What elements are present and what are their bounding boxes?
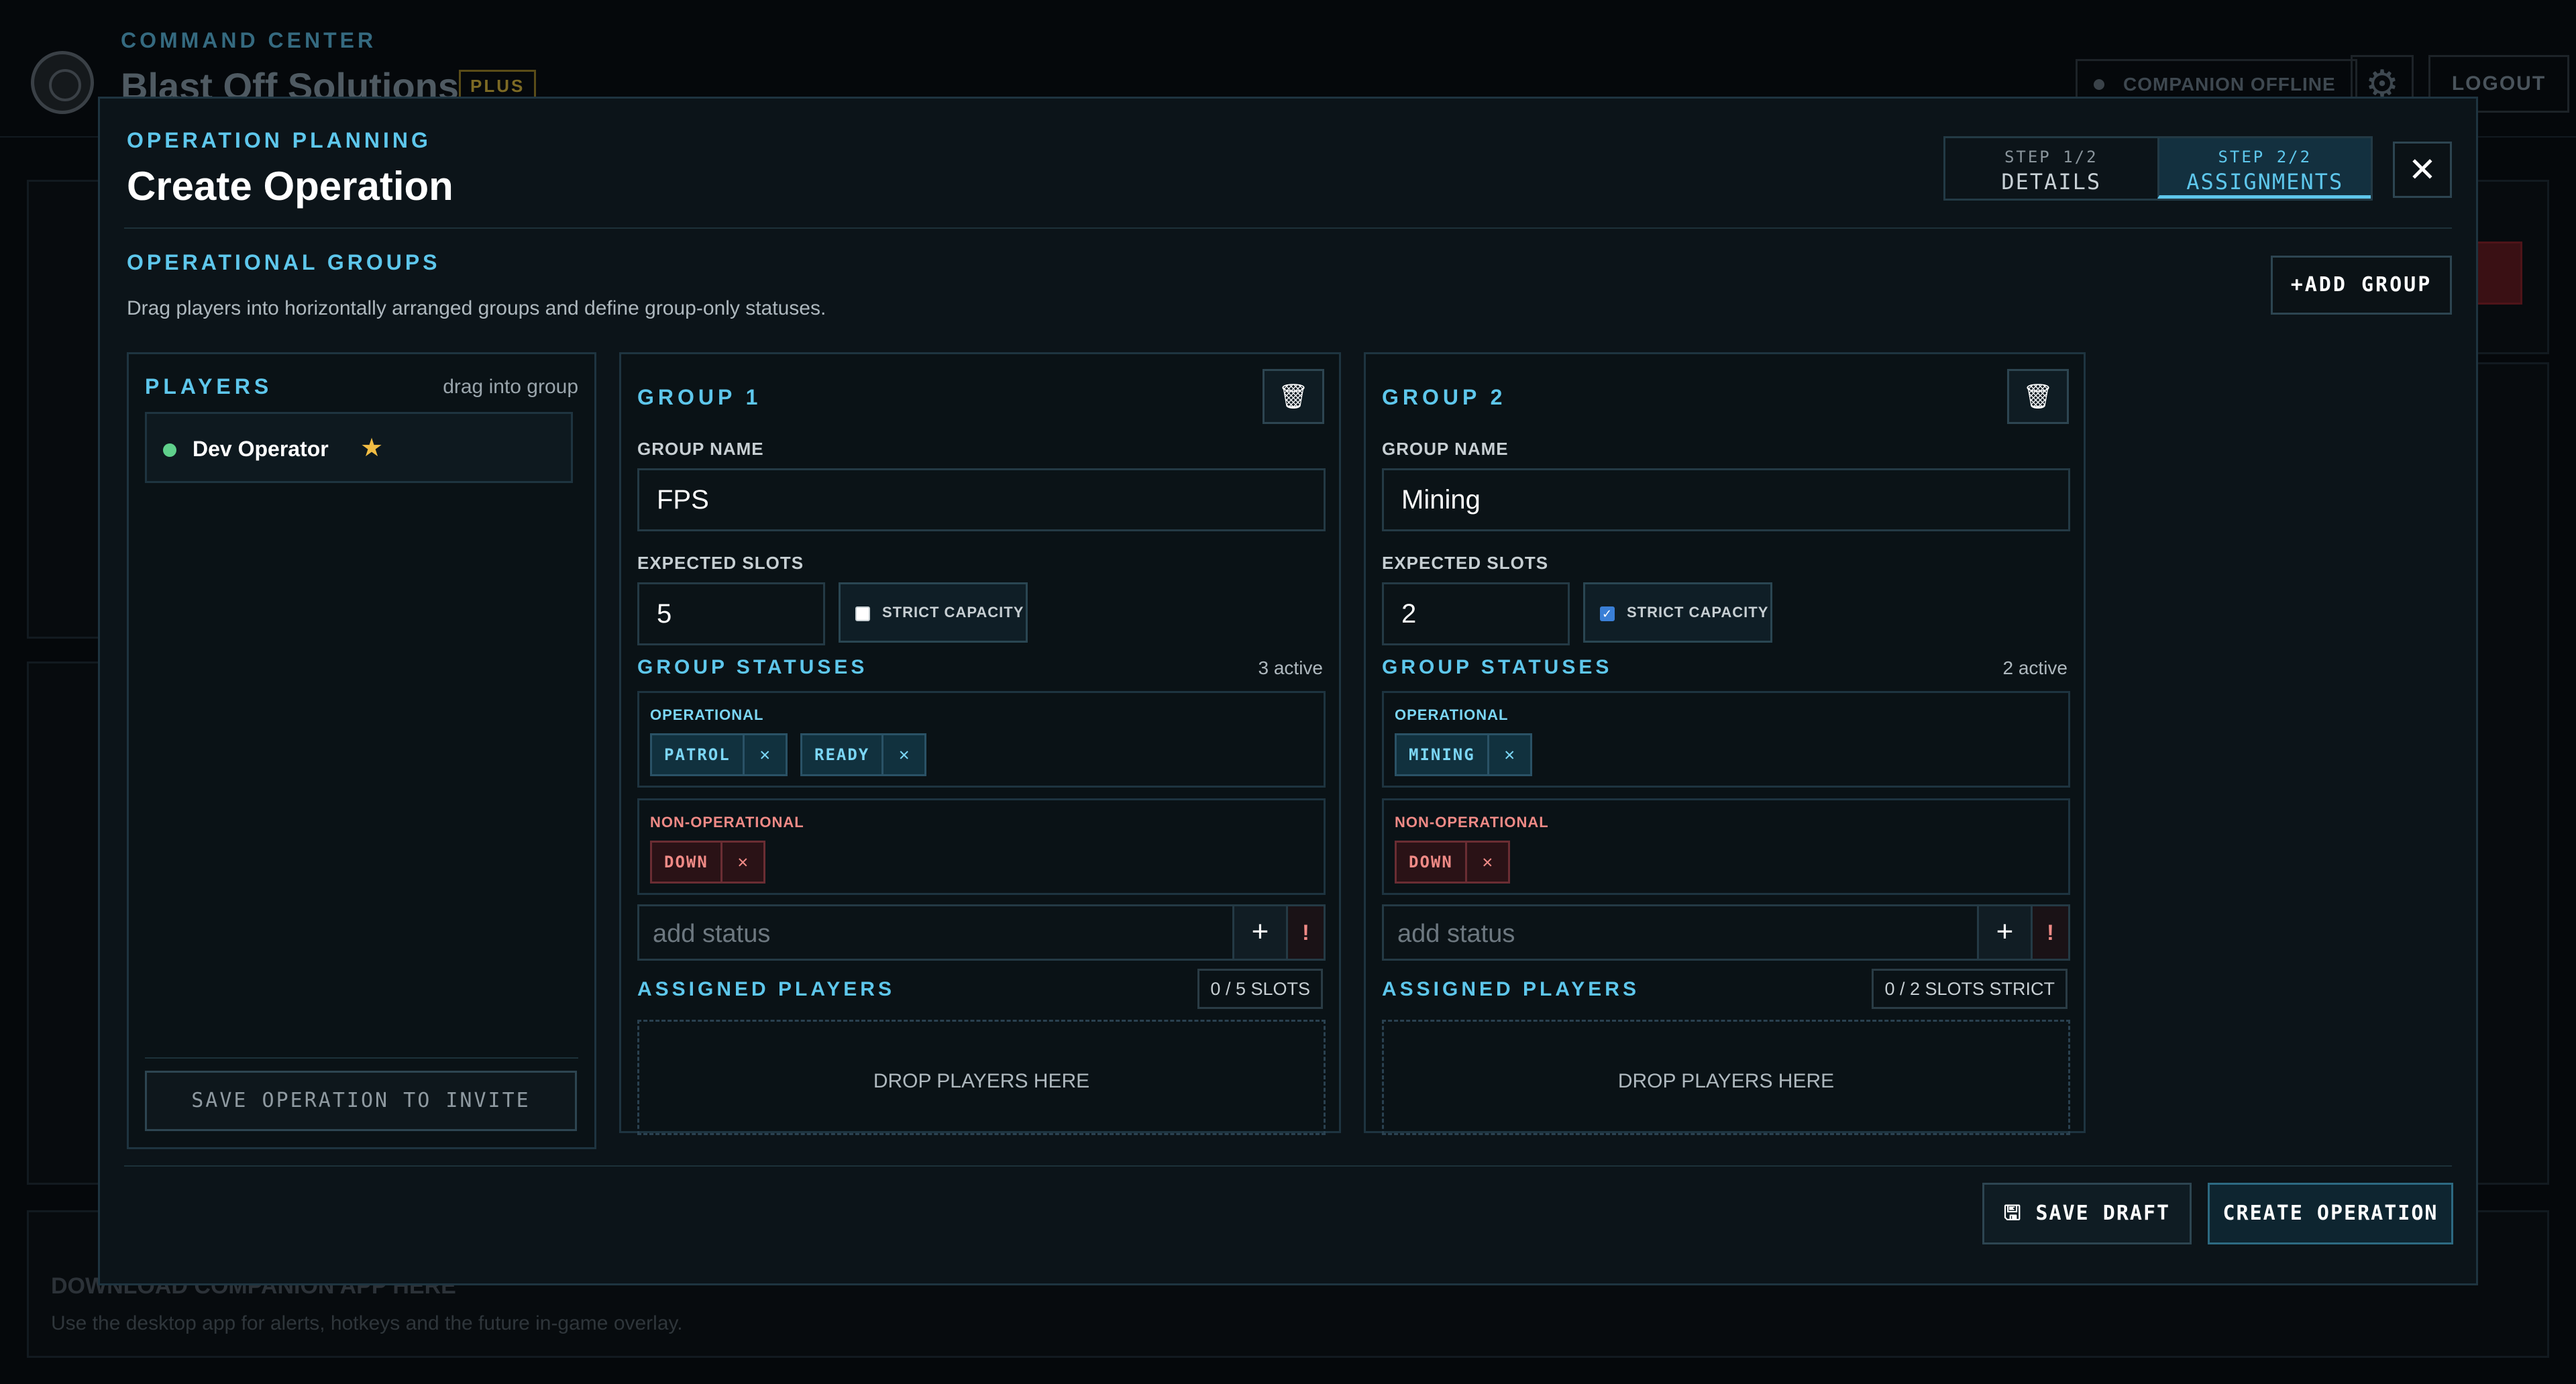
- add-status-placeholder: add status: [1397, 920, 1515, 948]
- player-name: Dev Operator: [193, 437, 329, 461]
- status-tag-label: PATROL: [664, 745, 731, 764]
- strict-capacity-label: STRICT CAPACITY: [1627, 604, 1769, 621]
- add-status-field[interactable]: add status + !: [1382, 904, 2070, 961]
- non-operational-statuses: NON-OPERATIONAL DOWN ✕: [637, 798, 1326, 895]
- group-name-input[interactable]: Mining: [1382, 468, 2070, 531]
- non-operational-label: NON-OPERATIONAL: [650, 814, 804, 831]
- tab-details[interactable]: STEP 1/2 DETAILS: [1945, 138, 2157, 199]
- players-hint: drag into group: [443, 376, 578, 398]
- footer-divider: [124, 1165, 2452, 1167]
- drop-zone-label: DROP PLAYERS HERE: [873, 1070, 1090, 1092]
- players-panel: PLAYERS drag into group Dev Operator ★ S…: [127, 352, 596, 1149]
- section-label: COMMAND CENTER: [121, 28, 377, 52]
- group-title: GROUP 2: [1382, 385, 1507, 409]
- add-non-operational-status-button[interactable]: !: [2031, 906, 2068, 959]
- expected-slots-input[interactable]: 5: [637, 582, 825, 645]
- trash-icon[interactable]: 🗑: [2007, 369, 2069, 424]
- group-title: GROUP 1: [637, 385, 762, 409]
- slots-badge: 0 / 5 SLOTS: [1197, 969, 1323, 1009]
- online-status-icon: [163, 443, 176, 457]
- group-name-label: GROUP NAME: [637, 439, 764, 459]
- save-draft-button[interactable]: 🖫 SAVE DRAFT: [1982, 1183, 2192, 1244]
- slots-badge: 0 / 2 SLOTS STRICT: [1872, 969, 2068, 1009]
- operational-statuses: OPERATIONAL PATROL ✕ READY ✕: [637, 691, 1326, 788]
- save-operation-to-invite-button[interactable]: SAVE OPERATION TO INVITE: [145, 1071, 577, 1131]
- close-icon[interactable]: ✕: [2393, 142, 2452, 198]
- drop-zone-label: DROP PLAYERS HERE: [1617, 1070, 1835, 1092]
- status-tag: DOWN ✕: [650, 841, 765, 884]
- remove-status-icon[interactable]: ✕: [720, 843, 763, 882]
- add-status-placeholder: add status: [653, 920, 771, 948]
- create-operation-modal: OPERATION PLANNING Create Operation STEP…: [98, 97, 2478, 1285]
- status-tag: DOWN ✕: [1395, 841, 1510, 884]
- assigned-players-title: ASSIGNED PLAYERS: [637, 978, 895, 1000]
- status-tag-label: READY: [814, 745, 870, 764]
- add-group-label: ADD GROUP: [2304, 273, 2432, 297]
- group-name-label: GROUP NAME: [1382, 439, 1509, 459]
- active-count: 3 active: [1258, 657, 1324, 678]
- star-icon: ★: [360, 434, 384, 462]
- tab-assignments[interactable]: STEP 2/2 ASSIGNMENTS: [2157, 138, 2371, 199]
- non-operational-label: NON-OPERATIONAL: [1395, 814, 1549, 831]
- org-logo: [31, 51, 94, 114]
- add-status-field[interactable]: add status + !: [637, 904, 1326, 961]
- step-number: STEP 2/2: [2218, 148, 2312, 166]
- strict-capacity-toggle[interactable]: ✓ STRICT CAPACITY: [1583, 582, 1772, 643]
- save-draft-label: SAVE DRAFT: [2035, 1202, 2171, 1225]
- group-card-1: GROUP 1 🗑 GROUP NAME FPS EXPECTED SLOTS …: [619, 352, 1341, 1135]
- assigned-players-title: ASSIGNED PLAYERS: [1382, 978, 1640, 1000]
- strict-capacity-toggle[interactable]: STRICT CAPACITY: [839, 582, 1028, 643]
- groups-title: OPERATIONAL GROUPS: [127, 250, 441, 274]
- expected-slots-label: EXPECTED SLOTS: [637, 553, 804, 573]
- non-operational-statuses: NON-OPERATIONAL DOWN ✕: [1382, 798, 2070, 895]
- header-divider: [124, 227, 2452, 229]
- status-tag-label: MINING: [1409, 745, 1475, 764]
- remove-status-icon[interactable]: ✕: [1464, 843, 1508, 882]
- group-statuses-title: GROUP STATUSES: [1382, 656, 1613, 678]
- trash-icon[interactable]: 🗑: [1263, 369, 1324, 424]
- save-icon: 🖫: [2003, 1202, 2023, 1225]
- group-name-input[interactable]: FPS: [637, 468, 1326, 531]
- groups-description: Drag players into horizontally arranged …: [127, 297, 826, 319]
- drop-zone[interactable]: DROP PLAYERS HERE: [1382, 1020, 2070, 1135]
- status-tag-label: DOWN: [664, 853, 708, 871]
- strict-capacity-label: STRICT CAPACITY: [882, 604, 1024, 621]
- companion-download-desc: Use the desktop app for alerts, hotkeys …: [51, 1312, 683, 1334]
- add-operational-status-button[interactable]: +: [1977, 906, 2031, 959]
- operational-label: OPERATIONAL: [650, 706, 764, 723]
- create-operation-button[interactable]: CREATE OPERATION: [2208, 1183, 2453, 1244]
- remove-status-icon[interactable]: ✕: [881, 735, 924, 774]
- step-label: ASSIGNMENTS: [2186, 169, 2344, 195]
- step-label: DETAILS: [2001, 169, 2102, 195]
- status-tag: PATROL ✕: [650, 733, 788, 776]
- modal-eyebrow: OPERATION PLANNING: [127, 128, 431, 152]
- step-tabs: STEP 1/2 DETAILS STEP 2/2 ASSIGNMENTS: [1943, 136, 2373, 201]
- plus-icon: +: [2290, 273, 2305, 297]
- drop-zone[interactable]: DROP PLAYERS HERE: [637, 1020, 1326, 1135]
- active-count: 2 active: [2002, 657, 2068, 678]
- step-number: STEP 1/2: [2004, 148, 2098, 166]
- add-non-operational-status-button[interactable]: !: [1286, 906, 1324, 959]
- strict-capacity-checkbox[interactable]: [855, 606, 870, 621]
- expected-slots-label: EXPECTED SLOTS: [1382, 553, 1549, 573]
- modal-title: Create Operation: [127, 164, 453, 209]
- status-tag: MINING ✕: [1395, 733, 1532, 776]
- strict-capacity-checkbox[interactable]: ✓: [1600, 606, 1615, 621]
- players-title: PLAYERS: [145, 374, 273, 398]
- player-chip[interactable]: Dev Operator ★: [145, 412, 573, 483]
- operational-statuses: OPERATIONAL MINING ✕: [1382, 691, 2070, 788]
- players-divider: [145, 1057, 578, 1059]
- add-group-button[interactable]: +ADD GROUP: [2271, 256, 2452, 315]
- group-statuses-title: GROUP STATUSES: [637, 656, 868, 678]
- status-tag-label: DOWN: [1409, 853, 1453, 871]
- remove-status-icon[interactable]: ✕: [742, 735, 786, 774]
- add-operational-status-button[interactable]: +: [1232, 906, 1286, 959]
- group-card-2: GROUP 2 🗑 GROUP NAME Mining EXPECTED SLO…: [1364, 352, 2086, 1135]
- expected-slots-input[interactable]: 2: [1382, 582, 1570, 645]
- operational-label: OPERATIONAL: [1395, 706, 1509, 723]
- remove-status-icon[interactable]: ✕: [1487, 735, 1530, 774]
- status-tag: READY ✕: [800, 733, 927, 776]
